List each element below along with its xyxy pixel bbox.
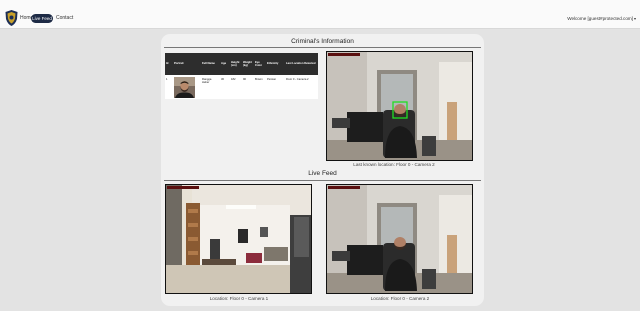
- last-known-location-snapshot: [326, 51, 473, 161]
- camera-1-caption: Location: Floor 0 - Camera 1: [209, 296, 269, 301]
- office-scene-image: [327, 185, 472, 293]
- column-header: Ethnicity: [266, 53, 285, 75]
- column-header: Last Location Detected: [285, 53, 318, 75]
- camera-2-caption: Location: Floor 0 - Camera 2: [370, 296, 430, 301]
- column-header: Portrait: [173, 53, 201, 75]
- column-header: Height (cm): [230, 53, 242, 75]
- table-header-row: Id Portrait Full Name Age Height (cm) We…: [165, 53, 318, 75]
- column-header: Age: [220, 53, 230, 75]
- user-menu-dropdown[interactable]: Welcome [guest#protected.com]▾: [567, 15, 636, 22]
- living-room-scene-image: [166, 185, 311, 293]
- caret-down-icon: ▾: [633, 16, 636, 21]
- column-header: Eye Color: [254, 53, 266, 75]
- camera-feed-2[interactable]: [326, 184, 473, 294]
- top-navbar: Home Live Feed Contact Welcome [guest#pr…: [0, 0, 640, 29]
- cell-full-name: Rangga Heber: [201, 75, 220, 99]
- live-feed-heading: Live Feed: [308, 170, 337, 177]
- police-badge-logo[interactable]: [5, 10, 18, 26]
- cell-eye-color: Brown: [254, 75, 266, 99]
- camera-feed-1[interactable]: [165, 184, 312, 294]
- camera-timestamp-overlay: [167, 186, 199, 189]
- criminal-info-table: Id Portrait Full Name Age Height (cm) We…: [165, 53, 318, 99]
- cell-ethnicity: Persian: [266, 75, 285, 99]
- criminal-portrait-image: [174, 77, 195, 98]
- column-header: Full Name: [201, 53, 220, 75]
- office-scene-image: [327, 52, 472, 160]
- cell-age: 30: [220, 75, 230, 99]
- heading-divider: [164, 180, 481, 181]
- cell-height: 182: [230, 75, 242, 99]
- camera-timestamp-overlay: [328, 186, 360, 189]
- user-menu-label: Welcome [guest#protected.com]: [567, 16, 633, 21]
- table-row: 1 Rangga Heber 30 182 90 Brown Persian F…: [165, 75, 318, 99]
- cell-last-location: Floor 0 - Camera 2: [285, 75, 318, 99]
- cell-weight: 90: [242, 75, 254, 99]
- nav-contact-link[interactable]: Contact: [56, 15, 73, 22]
- main-content-card: Criminal's Information Id Portrait Full …: [161, 34, 484, 306]
- nav-live-feed-link[interactable]: Live Feed: [31, 13, 53, 23]
- cell-portrait: [173, 75, 201, 99]
- column-header: Id: [165, 53, 173, 75]
- camera-timestamp-overlay: [328, 53, 360, 56]
- column-header: Weight (kg): [242, 53, 254, 75]
- cell-id: 1: [165, 75, 173, 99]
- criminal-info-heading: Criminal's Information: [291, 38, 354, 45]
- last-known-location-caption: Last known location: Floor 0 - Camera 2: [353, 162, 435, 167]
- heading-divider: [164, 47, 481, 48]
